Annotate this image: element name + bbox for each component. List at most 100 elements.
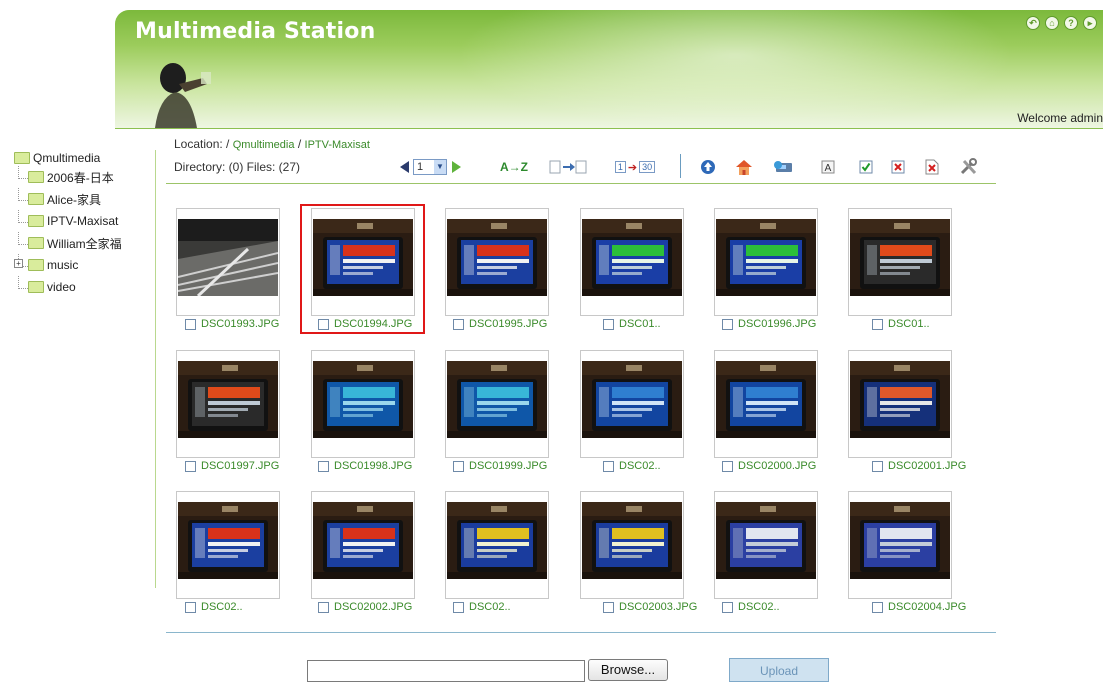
file-name[interactable]: DSC02..: [469, 601, 511, 613]
svg-text:A: A: [825, 163, 832, 174]
folder-tree: Qmultimedia 2006春-日本 Alice-家具 IPTV-Maxis…: [14, 150, 154, 298]
upload-button[interactable]: Upload: [729, 658, 829, 682]
file-name[interactable]: DSC01..: [888, 318, 930, 330]
file-name[interactable]: DSC01993.JPG: [201, 318, 279, 330]
file-name[interactable]: DSC01997.JPG: [201, 460, 279, 472]
file-thumbnail[interactable]: [848, 350, 952, 458]
copy-file-icon[interactable]: [548, 158, 588, 176]
thumbnail-image: [716, 361, 816, 438]
file-thumbnail[interactable]: [714, 350, 818, 458]
help-icon[interactable]: ?: [1064, 16, 1078, 30]
page-range-icon[interactable]: 1 ➔ 30: [610, 158, 660, 176]
file-name[interactable]: DSC01996.JPG: [738, 318, 816, 330]
sort-az-icon[interactable]: A→Z: [497, 158, 531, 176]
file-thumbnail[interactable]: [176, 491, 280, 599]
tree-item-alice[interactable]: Alice-家具: [14, 188, 154, 210]
pager: 1 ▼: [400, 158, 461, 176]
file-caption: DSC02003.JPG: [603, 600, 697, 614]
file-name[interactable]: DSC01998.JPG: [334, 460, 412, 472]
file-caption: DSC02..: [722, 600, 780, 614]
file-name[interactable]: DSC02..: [201, 601, 243, 613]
breadcrumb-link-iptv[interactable]: IPTV-Maxisat: [305, 139, 370, 151]
file-thumbnail[interactable]: [848, 491, 952, 599]
tree-item-music[interactable]: + music: [14, 254, 154, 276]
file-checkbox[interactable]: [453, 601, 464, 613]
file-name[interactable]: DSC01..: [619, 318, 661, 330]
tree-item-label: video: [47, 280, 76, 294]
rename-icon[interactable]: A: [820, 158, 836, 176]
file-name[interactable]: DSC02..: [738, 601, 780, 613]
tree-item-william[interactable]: William全家福: [14, 232, 154, 254]
tree-item-label: music: [47, 258, 79, 272]
tree-item-iptv-maxisat[interactable]: IPTV-Maxisat: [14, 210, 154, 232]
folder-icon: [28, 259, 44, 271]
file-caption: DSC01996.JPG: [722, 317, 816, 331]
prev-page-icon[interactable]: [400, 161, 409, 173]
file-checkbox[interactable]: [603, 601, 614, 613]
next-page-icon[interactable]: [452, 161, 461, 173]
app-header: Multimedia Station Welcome admin: [115, 10, 1103, 128]
file-thumbnail[interactable]: [445, 350, 549, 458]
tree-root-qmultimedia[interactable]: Qmultimedia: [14, 150, 154, 166]
file-checkbox[interactable]: [603, 318, 614, 330]
back-icon[interactable]: ↶: [1026, 16, 1040, 30]
file-thumbnail[interactable]: [580, 350, 684, 458]
breadcrumb-link-qmultimedia[interactable]: Qmultimedia: [233, 139, 295, 151]
deselect-icon[interactable]: [890, 158, 906, 176]
file-name[interactable]: DSC02002.JPG: [334, 601, 412, 613]
file-thumbnail[interactable]: [714, 208, 818, 316]
file-name[interactable]: DSC01999.JPG: [469, 460, 547, 472]
file-checkbox[interactable]: [872, 460, 883, 472]
file-thumbnail[interactable]: [714, 491, 818, 599]
file-thumbnail[interactable]: [176, 208, 280, 316]
file-checkbox[interactable]: [872, 601, 883, 613]
file-thumbnail[interactable]: [445, 491, 549, 599]
file-checkbox[interactable]: [185, 318, 196, 330]
file-name[interactable]: DSC02001.JPG: [888, 460, 966, 472]
file-thumbnail[interactable]: [311, 350, 415, 458]
file-thumbnail[interactable]: [176, 350, 280, 458]
file-name[interactable]: DSC01995.JPG: [469, 318, 547, 330]
home-icon[interactable]: ⌂: [1045, 16, 1059, 30]
settings-icon[interactable]: [958, 158, 980, 176]
network-drive-icon[interactable]: [771, 158, 795, 176]
file-thumbnail[interactable]: [580, 208, 684, 316]
file-path-input[interactable]: [307, 660, 585, 682]
file-name[interactable]: DSC02000.JPG: [738, 460, 816, 472]
file-thumbnail[interactable]: [445, 208, 549, 316]
file-checkbox[interactable]: [872, 318, 883, 330]
file-checkbox[interactable]: [185, 601, 196, 613]
file-checkbox[interactable]: [453, 318, 464, 330]
file-checkbox[interactable]: [722, 601, 733, 613]
file-thumbnail[interactable]: [848, 208, 952, 316]
file-checkbox[interactable]: [318, 601, 329, 613]
file-checkbox[interactable]: [453, 460, 464, 472]
select-all-icon[interactable]: [858, 158, 874, 176]
file-caption: DSC01999.JPG: [453, 459, 547, 473]
folder-icon: [14, 152, 30, 164]
thumbnail-image: [582, 502, 682, 579]
expand-icon[interactable]: +: [14, 259, 23, 268]
file-name[interactable]: DSC02..: [619, 460, 661, 472]
delete-icon[interactable]: [924, 158, 940, 176]
file-checkbox[interactable]: [722, 318, 733, 330]
file-checkbox[interactable]: [185, 460, 196, 472]
file-caption: DSC01995.JPG: [453, 317, 547, 331]
tree-item-video[interactable]: video: [14, 276, 154, 298]
file-thumbnail[interactable]: [580, 491, 684, 599]
page-select[interactable]: 1 ▼: [413, 159, 447, 175]
folder-icon: [28, 237, 44, 249]
file-thumbnail[interactable]: [311, 491, 415, 599]
file-checkbox[interactable]: [318, 460, 329, 472]
file-name[interactable]: DSC02004.JPG: [888, 601, 966, 613]
file-name[interactable]: DSC02003.JPG: [619, 601, 697, 613]
thumbnail-image: [447, 502, 547, 579]
up-folder-icon[interactable]: [699, 158, 717, 176]
toolbar-divider: [166, 183, 996, 184]
browse-button[interactable]: Browse...: [588, 659, 668, 681]
file-checkbox[interactable]: [722, 460, 733, 472]
file-checkbox[interactable]: [603, 460, 614, 472]
forward-icon[interactable]: ▸: [1083, 16, 1097, 30]
tree-item-2006[interactable]: 2006春-日本: [14, 166, 154, 188]
home-icon[interactable]: [733, 158, 755, 176]
